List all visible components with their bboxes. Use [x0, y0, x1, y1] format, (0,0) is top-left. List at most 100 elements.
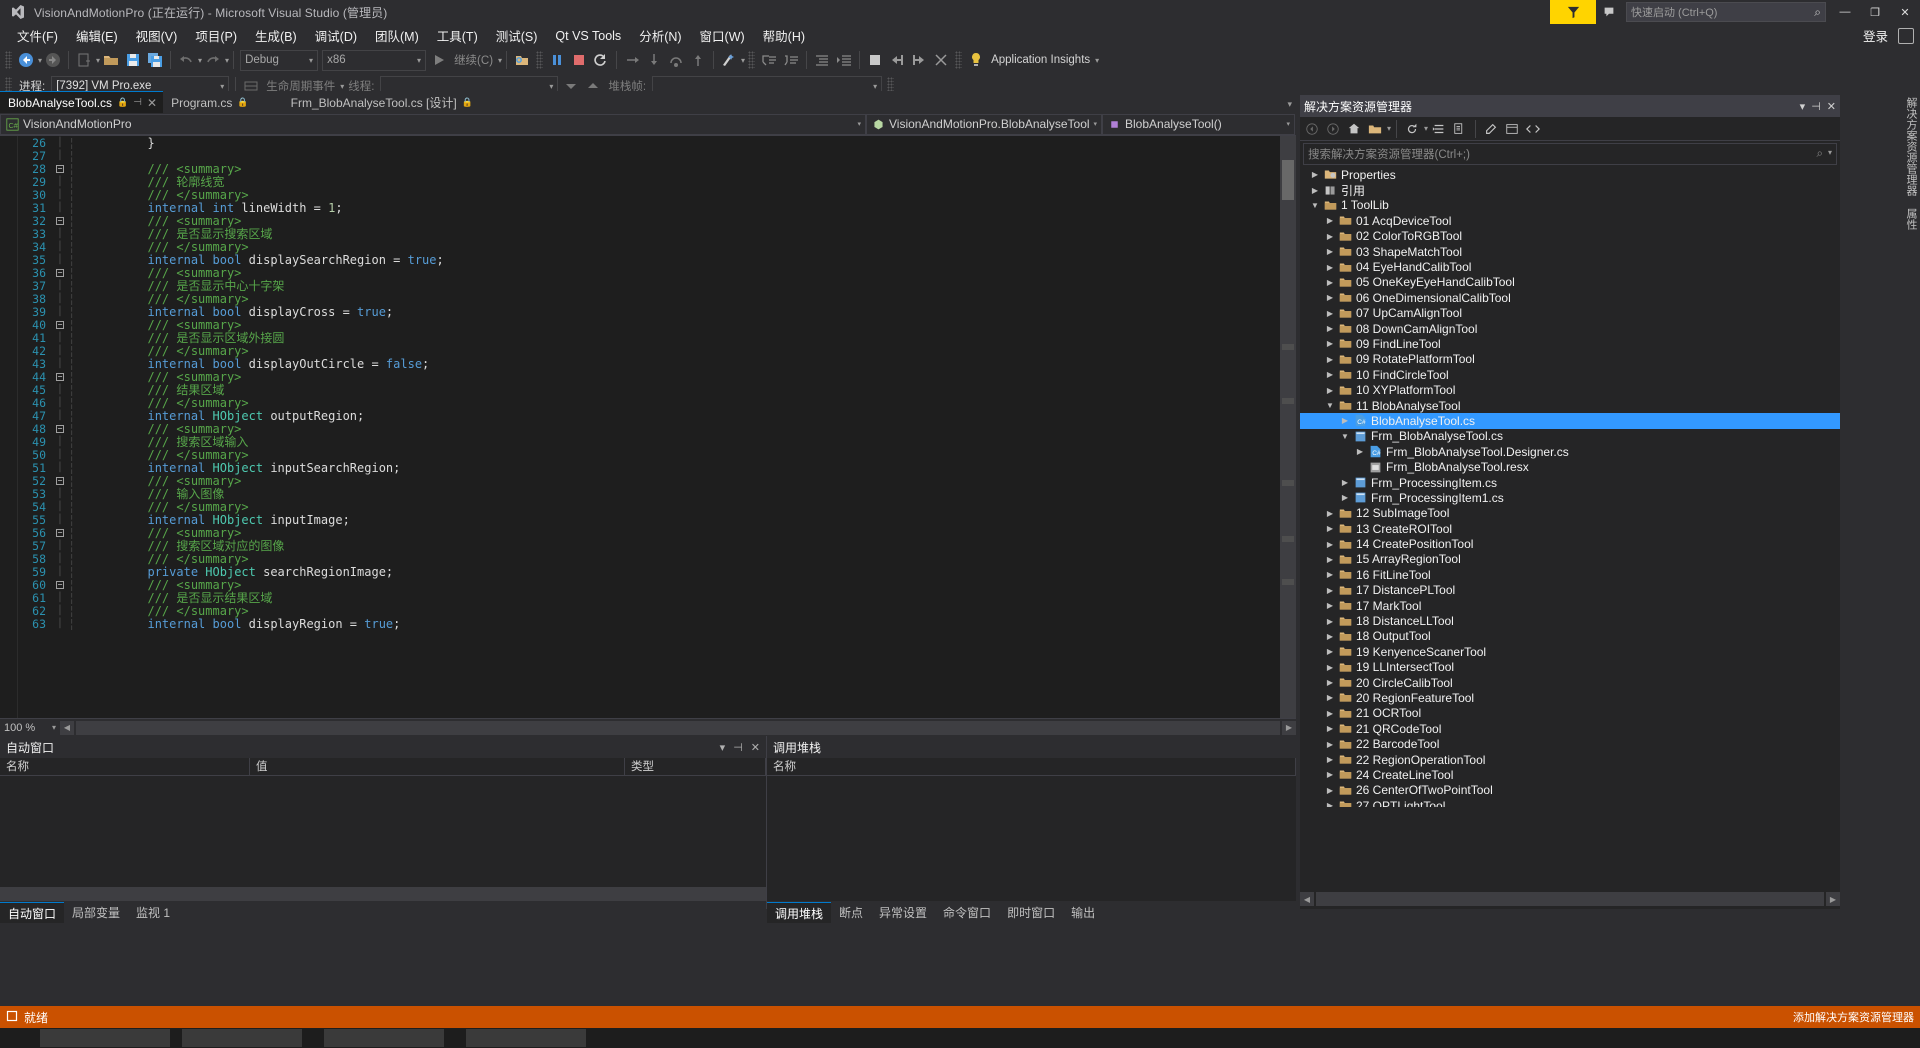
tab-breakpoints[interactable]: 断点: [831, 902, 871, 923]
autos-column-type[interactable]: 类型: [625, 757, 766, 776]
close-icon[interactable]: ✕: [147, 96, 157, 110]
editor-tab-blobanalysetool[interactable]: BlobAnalyseTool.cs 🔒 ⊣ ✕: [0, 91, 164, 113]
menu-item-qt-vs-tools[interactable]: Qt VS Tools: [546, 26, 630, 46]
step-out-icon[interactable]: [687, 49, 709, 71]
menu-item-team[interactable]: 团队(M): [366, 23, 428, 48]
vtab-properties[interactable]: 属性: [1900, 202, 1920, 236]
tree-item-26-centeroftwopointtool[interactable]: ▶ 26 CenterOfTwoPointTool: [1300, 783, 1840, 798]
menu-item-analyze[interactable]: 分析(N): [630, 23, 690, 48]
show-next-statement-icon[interactable]: [621, 49, 643, 71]
collapse-region-icon[interactable]: −: [52, 268, 68, 278]
pin-icon[interactable]: ⊣: [733, 741, 743, 754]
nav-type-combo[interactable]: VisionAndMotionPro.BlobAnalyseTool ▾: [866, 113, 1102, 135]
tree-item-19-llintersecttool[interactable]: ▶ 19 LLIntersectTool: [1300, 660, 1840, 675]
code-line[interactable]: 30 │ ¦ /// </summary>: [18, 188, 1296, 202]
se-horizontal-scrollbar[interactable]: [1316, 892, 1824, 906]
tree-item-22-regionoperationtool[interactable]: ▶ 22 RegionOperationTool: [1300, 752, 1840, 767]
chevron-down-icon[interactable]: ▾: [1800, 100, 1806, 113]
application-insights-label[interactable]: Application Insights: [991, 54, 1090, 66]
menu-item-build[interactable]: 生成(B): [246, 23, 306, 48]
tree-item-07-upcamaligntool[interactable]: ▶ 07 UpCamAlignTool: [1300, 306, 1840, 321]
pause-icon[interactable]: [546, 49, 568, 71]
taskbar-item[interactable]: [466, 1029, 586, 1047]
chevron-right-icon[interactable]: ▶: [1323, 324, 1337, 333]
taskbar-item[interactable]: [40, 1029, 170, 1047]
folder-view-icon[interactable]: [1365, 119, 1385, 139]
chevron-right-icon[interactable]: ▶: [1323, 801, 1337, 807]
code-line[interactable]: 57 │ ¦ /// 搜索区域对应的图像: [18, 539, 1296, 554]
code-line[interactable]: 47 │ ¦ internal HObject outputRegion;: [18, 409, 1296, 423]
lifecycle-caret-icon[interactable]: ▾: [340, 82, 344, 91]
maximize-button[interactable]: ❐: [1860, 0, 1890, 24]
chevron-right-icon[interactable]: ▶: [1323, 740, 1337, 749]
tree-item-14-createpositiontool[interactable]: ▶ 14 CreatePositionTool: [1300, 536, 1840, 551]
collapse-region-icon[interactable]: −: [52, 528, 68, 538]
chevron-right-icon[interactable]: ▶: [1323, 570, 1337, 579]
call-stack-grid-body[interactable]: [767, 776, 1296, 901]
sign-in-button[interactable]: 登录: [1863, 26, 1888, 45]
properties-icon[interactable]: [1481, 119, 1501, 139]
menu-item-debug[interactable]: 调试(D): [306, 23, 366, 48]
toolbar-grip-4[interactable]: [955, 51, 963, 69]
clear-bookmarks-icon[interactable]: [930, 49, 952, 71]
tree-item-13-createroitool[interactable]: ▶ 13 CreateROITool: [1300, 521, 1840, 536]
tree-item-21-ocrtool[interactable]: ▶ 21 OCRTool: [1300, 706, 1840, 721]
autos-horizontal-scrollbar[interactable]: [0, 887, 766, 901]
chevron-right-icon[interactable]: ▶: [1308, 186, 1322, 195]
autos-column-name[interactable]: 名称: [0, 757, 250, 776]
toolbar-grip-2[interactable]: [536, 51, 544, 69]
chevron-right-icon[interactable]: ▶: [1338, 416, 1352, 425]
tree-item-10-findcircletool[interactable]: ▶ 10 FindCircleTool: [1300, 367, 1840, 382]
tab-watch-1[interactable]: 监视 1: [128, 902, 178, 923]
scrollbar-thumb[interactable]: [1282, 160, 1294, 200]
undo-icon[interactable]: [175, 49, 197, 71]
tree-item-20-regionfeaturetool[interactable]: ▶ 20 RegionFeatureTool: [1300, 690, 1840, 705]
se-hscroll-left-arrow[interactable]: ◀: [1300, 892, 1314, 906]
code-view-icon[interactable]: [1523, 119, 1543, 139]
app-insights-caret-icon[interactable]: ▾: [1095, 56, 1099, 65]
code-line[interactable]: 58 │ ¦ /// </summary>: [18, 552, 1296, 566]
pin-icon[interactable]: ⊣: [1811, 100, 1821, 113]
code-line[interactable]: 51 │ ¦ internal HObject inputSearchRegion;: [18, 461, 1296, 475]
tree-item-22-barcodetool[interactable]: ▶ 22 BarcodeTool: [1300, 736, 1840, 751]
code-line[interactable]: 50 │ ¦ /// </summary>: [18, 448, 1296, 462]
chevron-right-icon[interactable]: ▶: [1323, 524, 1337, 533]
close-icon[interactable]: ✕: [1827, 100, 1836, 113]
code-line[interactable]: 42 │ ¦ /// </summary>: [18, 344, 1296, 358]
tree-item-20-circlecalibtool[interactable]: ▶ 20 CircleCalibTool: [1300, 675, 1840, 690]
tree-item-04-eyehandcalibtool[interactable]: ▶ 04 EyeHandCalibTool: [1300, 259, 1840, 274]
chevron-right-icon[interactable]: ▶: [1323, 586, 1337, 595]
chevron-right-icon[interactable]: ▶: [1323, 755, 1337, 764]
preview-icon[interactable]: [1502, 119, 1522, 139]
code-line[interactable]: 45 │ ¦ /// 结果区域: [18, 383, 1296, 398]
code-editor[interactable]: 26 │ ¦ } 27 │ ¦ 28− ¦ /// <summary> 29 │ ¦ /// 轮廓…: [0, 136, 1296, 718]
chevron-right-icon[interactable]: ▶: [1323, 786, 1337, 795]
code-line[interactable]: 62 │ ¦ /// </summary>: [18, 604, 1296, 618]
tree-item-10-xyplatformtool[interactable]: ▶ 10 XYPlatformTool: [1300, 382, 1840, 397]
tree-item-12-subimagetool[interactable]: ▶ 12 SubImageTool: [1300, 506, 1840, 521]
chevron-right-icon[interactable]: ▶: [1323, 601, 1337, 610]
tab-immediate-window[interactable]: 即时窗口: [999, 902, 1063, 923]
tab-overflow-icon[interactable]: ▾: [1287, 99, 1292, 110]
tree-item-18-outputtool[interactable]: ▶ 18 OutputTool: [1300, 629, 1840, 644]
tree-item-[interactable]: ▶ 引用: [1300, 182, 1840, 198]
taskbar-item[interactable]: [324, 1029, 444, 1047]
tree-item-15-arrayregiontool[interactable]: ▶ 15 ArrayRegionTool: [1300, 552, 1840, 567]
editor-zoom-combo[interactable]: 100 % ▾: [0, 722, 60, 734]
chevron-right-icon[interactable]: ▶: [1323, 309, 1337, 318]
chevron-right-icon[interactable]: ▶: [1323, 724, 1337, 733]
search-icon[interactable]: ⌕: [1817, 148, 1823, 161]
tree-item-17-marktool[interactable]: ▶ 17 MarkTool: [1300, 598, 1840, 613]
editor-indicator-margin[interactable]: [0, 136, 18, 718]
code-line[interactable]: 27 │ ¦: [18, 149, 1296, 163]
code-line[interactable]: 31 │ ¦ internal int lineWidth = 1;: [18, 201, 1296, 215]
code-line[interactable]: 55 │ ¦ internal HObject inputImage;: [18, 513, 1296, 527]
tree-item-08-downcamaligntool[interactable]: ▶ 08 DownCamAlignTool: [1300, 321, 1840, 336]
nav-member-combo[interactable]: BlobAnalyseTool() ▾: [1102, 113, 1295, 135]
code-line[interactable]: 26 │ ¦ }: [18, 136, 1296, 150]
chevron-down-icon[interactable]: ▾: [720, 741, 726, 754]
outdent-icon[interactable]: [811, 49, 833, 71]
hot-reload-icon[interactable]: [511, 49, 533, 71]
chevron-right-icon[interactable]: ▶: [1323, 632, 1337, 641]
tree-item-blobanalysetool-cs[interactable]: ▶ C# BlobAnalyseTool.cs: [1300, 413, 1840, 429]
